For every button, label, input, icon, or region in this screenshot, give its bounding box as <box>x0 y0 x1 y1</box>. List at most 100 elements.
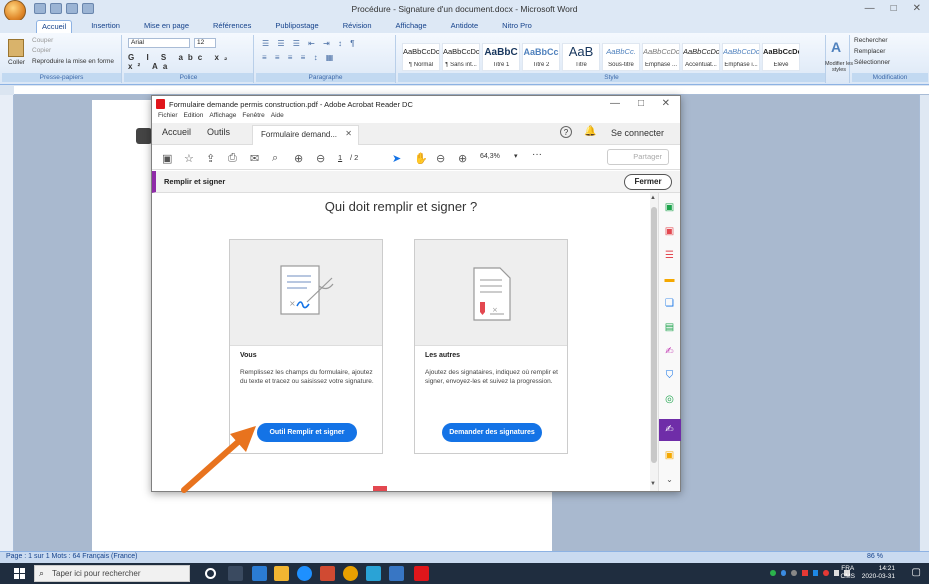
tab-accueil[interactable]: Accueil <box>36 20 73 33</box>
style-titre-1[interactable]: AaBbC Titre 1 <box>482 43 520 71</box>
tab-affichage[interactable]: Affichage <box>391 20 432 33</box>
find-button[interactable]: Rechercher <box>854 37 888 44</box>
protect-shield-icon[interactable]: ⛉ <box>663 369 676 382</box>
edge-icon[interactable] <box>297 566 312 581</box>
create-pdf-icon[interactable]: ▣ <box>663 201 676 214</box>
acrobat-taskbar-icon[interactable] <box>414 566 429 581</box>
hand-tool-icon[interactable]: ✋ <box>414 152 428 165</box>
zoom-in-icon[interactable]: ⊕ <box>458 152 467 165</box>
edit-pdf-icon[interactable]: ☰ <box>663 249 676 262</box>
notifications-icon[interactable]: ▢ <box>912 567 921 578</box>
menu-fenetre[interactable]: Fenêtre <box>242 112 264 123</box>
language-indicator[interactable]: FRA CMS <box>841 565 855 581</box>
word-taskbar-icon[interactable] <box>252 566 267 581</box>
paste-button[interactable]: Coller <box>8 59 25 66</box>
page-up-icon[interactable]: ⊕ <box>294 152 303 165</box>
file-explorer-icon[interactable] <box>274 566 289 581</box>
minimize-icon[interactable]: — <box>865 3 875 14</box>
copy-button[interactable]: Copier <box>32 47 51 54</box>
acrobat-maximize-icon[interactable]: □ <box>638 98 644 109</box>
compare-icon[interactable]: ◎ <box>663 393 676 406</box>
notification-bell-icon[interactable]: 🔔 <box>584 126 596 137</box>
acrobat-minimize-icon[interactable]: — <box>610 98 620 109</box>
align-buttons[interactable]: ≡ ≡ ≡ ≡ ↕ ▦ <box>262 53 336 62</box>
select-button[interactable]: Sélectionner <box>854 59 890 66</box>
comment-icon[interactable]: ▬ <box>663 273 676 286</box>
scroll-up-icon[interactable]: ▲ <box>650 195 656 201</box>
zoom-level[interactable]: 86 % <box>867 553 883 560</box>
more-options-icon[interactable]: ··· <box>532 149 542 160</box>
tab-mise-en-page[interactable]: Mise en page <box>139 20 194 33</box>
modify-styles-icon[interactable]: A <box>831 39 841 55</box>
rail-collapse-icon[interactable]: ⌄ <box>663 473 676 486</box>
chrome-icon[interactable] <box>343 566 358 581</box>
zoom-search-icon[interactable]: ⌕ <box>272 152 278 165</box>
menu-aide[interactable]: Aide <box>271 112 284 123</box>
acrobat-scrollbar[interactable]: ▲ ▼ <box>650 193 658 491</box>
organize-pages-icon[interactable]: ▤ <box>663 321 676 334</box>
clock[interactable]: 14:21 2020-03-31 <box>862 565 895 581</box>
export-pdf-icon[interactable]: ▣ <box>663 225 676 238</box>
style-sous-titre[interactable]: AaBbCc. Sous-titre <box>602 43 640 71</box>
format-painter-button[interactable]: Reproduire la mise en forme <box>32 58 114 65</box>
save-icon[interactable]: ▣ <box>162 152 172 165</box>
email-icon[interactable]: ✉ <box>250 152 259 165</box>
menu-fichier[interactable]: Fichier <box>158 112 178 123</box>
tab-references[interactable]: Références <box>208 20 256 33</box>
tab-outils[interactable]: Outils <box>207 127 230 137</box>
page-down-icon[interactable]: ⊖ <box>316 152 325 165</box>
close-icon[interactable]: ✕ <box>913 3 921 14</box>
cut-button[interactable]: Couper <box>32 37 53 44</box>
request-signatures-button[interactable]: Demander des signatures <box>442 423 542 442</box>
fill-sign-tool-button[interactable]: Outil Remplir et signer <box>257 423 357 442</box>
fill-sign-pen-icon[interactable]: ✍ <box>663 345 676 358</box>
zoom-dropdown-icon[interactable]: ▾ <box>514 152 518 160</box>
fill-sign-active-icon[interactable]: ✍ <box>663 423 676 436</box>
tab-revision[interactable]: Révision <box>338 20 377 33</box>
share-button[interactable]: Partager <box>607 149 669 165</box>
replace-button[interactable]: Remplacer <box>854 48 885 55</box>
style-accentuation[interactable]: AaBbCcDc Accentuat... <box>682 43 720 71</box>
task-view-icon[interactable] <box>228 566 243 581</box>
cortana-icon[interactable] <box>205 568 216 579</box>
tab-nitro-pro[interactable]: Nitro Pro <box>497 20 537 33</box>
tab-accueil[interactable]: Accueil <box>162 127 191 137</box>
word-scrollbar[interactable] <box>919 95 929 551</box>
maximize-icon[interactable]: □ <box>891 3 897 14</box>
acrobat-close-icon[interactable]: ✕ <box>662 98 670 109</box>
font-size-select[interactable]: 12 <box>194 38 216 48</box>
style-sans-interligne[interactable]: AaBbCcDc ¶ Sans int... <box>442 43 480 71</box>
font-format-buttons[interactable]: G I S abc x₂ x² Aa <box>128 53 253 71</box>
style-eleve[interactable]: AaBbCcDc Élevé <box>762 43 800 71</box>
font-name-select[interactable]: Arial <box>128 38 190 48</box>
page-number-input[interactable]: 1 <box>338 153 342 162</box>
list-buttons[interactable]: ☰ ☰ ☰ ⇤ ⇥ ↕ ¶ <box>262 39 358 48</box>
tab-document[interactable]: Formulaire demand... ✕ <box>252 125 359 145</box>
combine-files-icon[interactable]: ❏ <box>663 297 676 310</box>
paste-icon[interactable] <box>8 39 24 57</box>
menu-edition[interactable]: Edition <box>184 112 204 123</box>
doc-tab-close-icon[interactable]: ✕ <box>345 129 352 138</box>
select-cursor-icon[interactable]: ➤ <box>392 152 401 165</box>
card-others[interactable]: × Les autres Ajoutez des signataires, in… <box>414 239 568 454</box>
style-emphase-intense[interactable]: AaBbCcDc Emphase i... <box>722 43 760 71</box>
windows-start-icon[interactable] <box>14 568 25 579</box>
tab-antidote[interactable]: Antidote <box>446 20 484 33</box>
sign-in-button[interactable]: Se connecter <box>611 128 664 138</box>
app-icon[interactable] <box>366 566 381 581</box>
more-tools-icon[interactable]: ▣ <box>663 449 676 462</box>
close-fill-sign-button[interactable]: Fermer <box>624 174 672 190</box>
style-titre[interactable]: AaB Titre <box>562 43 600 71</box>
tab-publipostage[interactable]: Publipostage <box>270 20 323 33</box>
scroll-down-icon[interactable]: ▼ <box>650 481 656 487</box>
zoom-select[interactable]: 64,3% <box>480 153 500 160</box>
style-titre-2[interactable]: AaBbCc Titre 2 <box>522 43 560 71</box>
tab-insertion[interactable]: Insertion <box>86 20 125 33</box>
bookmark-star-icon[interactable]: ☆ <box>184 152 194 165</box>
share-upload-icon[interactable]: ⇪ <box>206 152 215 165</box>
powerpoint-icon[interactable] <box>320 566 335 581</box>
style-emphase[interactable]: AaBbCcDc Emphase ... <box>642 43 680 71</box>
print-icon[interactable]: ⎙ <box>228 152 237 165</box>
zoom-out-icon[interactable]: ⊖ <box>436 152 445 165</box>
style-normal[interactable]: AaBbCcDc ¶ Normal <box>402 43 440 71</box>
